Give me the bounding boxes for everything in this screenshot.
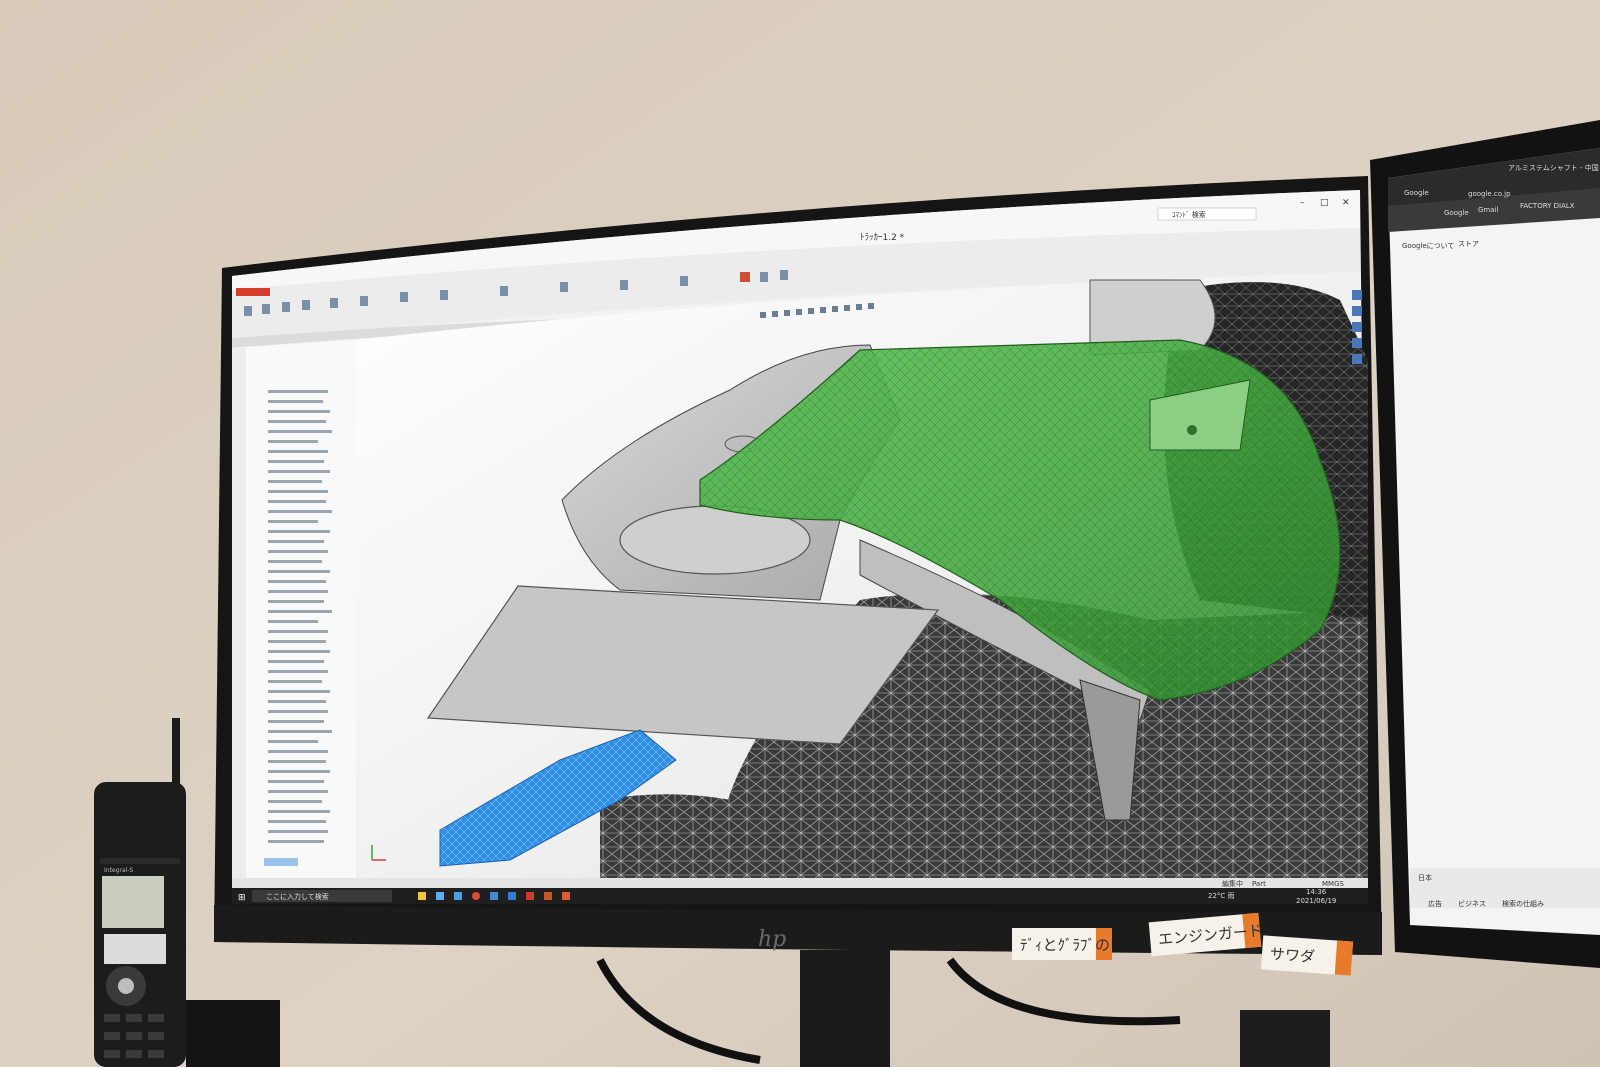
note-3-text: サワダ	[1269, 945, 1315, 966]
hp-logo: hp	[758, 927, 786, 952]
tab-other[interactable]: アルミステムシャフト - 中国	[1508, 163, 1599, 172]
note-1-text: ﾃﾞｨとｸﾞﾗﾌﾞの	[1020, 936, 1110, 954]
footer-how[interactable]: 検索の仕組み	[1502, 899, 1544, 908]
folder-icon	[418, 892, 426, 900]
bookmark-factory[interactable]: FACTORY DIALX	[1520, 202, 1575, 210]
app-icon	[544, 892, 552, 900]
clock-time[interactable]: 14:36	[1306, 888, 1327, 896]
address-bar[interactable]: google.co.jp	[1468, 190, 1511, 198]
left-toolbar	[232, 348, 246, 878]
link-about[interactable]: Googleについて	[1402, 242, 1454, 250]
window-title: ﾄﾗｯｶｰ1.2 *	[860, 232, 905, 243]
footer-business[interactable]: ビジネス	[1458, 899, 1486, 908]
app-c-icon	[508, 892, 516, 900]
phone-display	[102, 876, 164, 928]
bookmark-google[interactable]: Google	[1444, 209, 1469, 217]
side-screen	[1388, 148, 1600, 935]
command-search-label: ｺﾏﾝﾄﾞ 検索	[1172, 210, 1206, 219]
phone-cradle	[186, 1000, 280, 1067]
taskbar-apps[interactable]	[418, 892, 570, 900]
footer-country: 日本	[1418, 873, 1432, 882]
acrobat-icon	[562, 892, 570, 900]
bookmark-gmail[interactable]: Gmail	[1478, 206, 1498, 214]
tab-google[interactable]: Google	[1404, 189, 1429, 197]
side-monitor: Google アルミステムシャフト - 中国 google.co.jp Goog…	[1370, 120, 1600, 968]
photo-scene: Google アルミステムシャフト - 中国 google.co.jp Goog…	[0, 0, 1600, 1067]
weather[interactable]: 22°C 雨	[1208, 892, 1235, 900]
phone-antenna	[172, 718, 180, 788]
green-tab-hole	[1187, 425, 1197, 435]
taskbar-search-label: ここに入力して検索	[266, 892, 329, 901]
photos-icon	[490, 892, 498, 900]
solidworks-logo	[236, 288, 270, 296]
sticky-note-3: サワダ	[1260, 935, 1354, 976]
status-part: Part	[1252, 880, 1266, 888]
solidworks-taskbar-icon	[526, 892, 534, 900]
minimize-icon[interactable]: –	[1300, 198, 1305, 208]
status-units[interactable]: MMGS	[1322, 880, 1345, 888]
start-icon[interactable]: ⊞	[238, 893, 246, 903]
close-icon[interactable]: ✕	[1342, 198, 1350, 208]
footer-ads[interactable]: 広告	[1428, 899, 1442, 908]
taskbar	[232, 888, 1368, 904]
maximize-icon[interactable]: □	[1320, 198, 1329, 208]
store-icon	[436, 892, 444, 900]
sticky-note-1: ﾃﾞｨとｸﾞﾗﾌﾞの	[1012, 928, 1112, 960]
phone-label: Integral-S	[104, 867, 133, 874]
clock-date[interactable]: 2021/06/19	[1296, 897, 1336, 905]
mail-icon	[454, 892, 462, 900]
status-bar	[232, 878, 1368, 888]
link-store[interactable]: ストア	[1458, 240, 1479, 248]
phone-softkeys	[104, 934, 166, 964]
chrome-icon	[472, 892, 480, 900]
status-editing: 編集中	[1222, 879, 1243, 888]
